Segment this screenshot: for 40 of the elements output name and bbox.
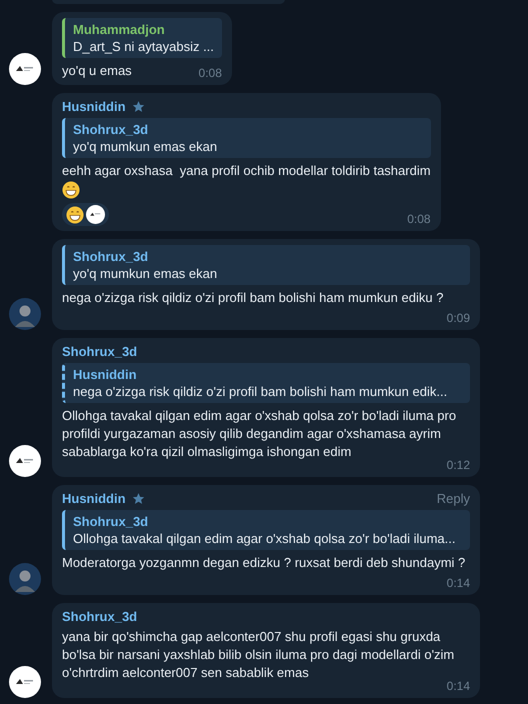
sender-name[interactable]: Husniddin (62, 99, 126, 114)
quoted-sender: Shohrux_3d (73, 121, 150, 138)
user-avatar-icon (86, 205, 105, 224)
sender-name[interactable]: Shohrux_3d (62, 609, 138, 624)
quoted-reply[interactable]: Shohrux_3d yo'q mumkun emas ekan (62, 118, 431, 158)
quoted-sender: Shohrux_3d (73, 513, 150, 530)
quoted-text: yo'q mumkun emas ekan (73, 265, 218, 282)
avatar[interactable] (9, 445, 41, 477)
message-time: 0:12 (446, 458, 470, 472)
avatar[interactable] (9, 666, 41, 698)
quoted-reply[interactable]: Shohrux_3d yo'q mumkun emas ekan (62, 245, 470, 285)
reaction-pill[interactable] (62, 203, 109, 226)
sender-name[interactable]: Shohrux_3d (62, 344, 138, 359)
message-time: 0:08 (407, 212, 431, 226)
message-text: yana bir qo'shimcha gap aelconter007 shu profil egasi shu gruxda bo'lsa bir narsani yaxshlab bilib olsin iluma pro dagi modellardi o'zim o'chrtrdim aelconter007 sen sabablik emas (62, 629, 456, 680)
quoted-text: D_art_S ni aytayabsiz ... (73, 38, 214, 55)
quoted-reply[interactable]: Husniddin nega o'zizga risk qildiz o'zi profil bam bolishi ham mumkun edik... (62, 363, 470, 403)
sender-name[interactable]: Husniddin (62, 491, 126, 506)
quoted-text: yo'q mumkun emas ekan (73, 138, 218, 155)
avatar[interactable] (9, 563, 41, 595)
quoted-text: nega o'zizga risk qildiz o'zi profil bam bolishi ham mumkun edik... (73, 383, 448, 400)
avatar[interactable] (9, 298, 41, 330)
message-time: 0:09 (446, 311, 470, 325)
message-text: nega o'zizga risk qildiz o'zi profil bam bolishi ham mumkun ediku ? (62, 290, 444, 305)
message-text: Moderatorga yozganmn degan edizku ? ruxsat berdi deb shundaymi ? (62, 555, 466, 570)
quoted-sender: Muhammadjon (73, 21, 166, 38)
message-text: Ollohga tavakal qilgan edim agar o'xshab qolsa zo'r bo'ladi iluma pro profildi yurgazaman asosiy qilib degandim agar o'xshamasa ayrim sabablarga ko'ra qizil olmasligimga ishongan edim (62, 408, 458, 459)
message-text: yo'q u emas (62, 63, 132, 78)
avatar[interactable] (9, 53, 41, 85)
message-time: 0:14 (446, 576, 470, 590)
message-time: 0:08 (198, 66, 222, 80)
message-text: eehh agar oxshasa yana profil ochib modellar toldirib tashardim (62, 163, 431, 178)
quoted-sender: Husniddin (73, 366, 138, 383)
grinning-emoji-icon (66, 206, 84, 224)
quoted-text: Ollohga tavakal qilgan edim agar o'xshab qolsa zo'r bo'ladi iluma... (73, 530, 456, 547)
quoted-reply[interactable]: Shohrux_3d Ollohga tavakal qilgan edim agar o'xshab qolsa zo'r bo'ladi iluma... (62, 510, 470, 550)
reply-link[interactable]: Reply (436, 491, 470, 506)
quoted-reply[interactable]: Muhammadjon D_art_S ni aytayabsiz ... (62, 18, 222, 58)
quoted-sender: Shohrux_3d (73, 248, 150, 265)
message-time: 0:14 (446, 679, 470, 693)
